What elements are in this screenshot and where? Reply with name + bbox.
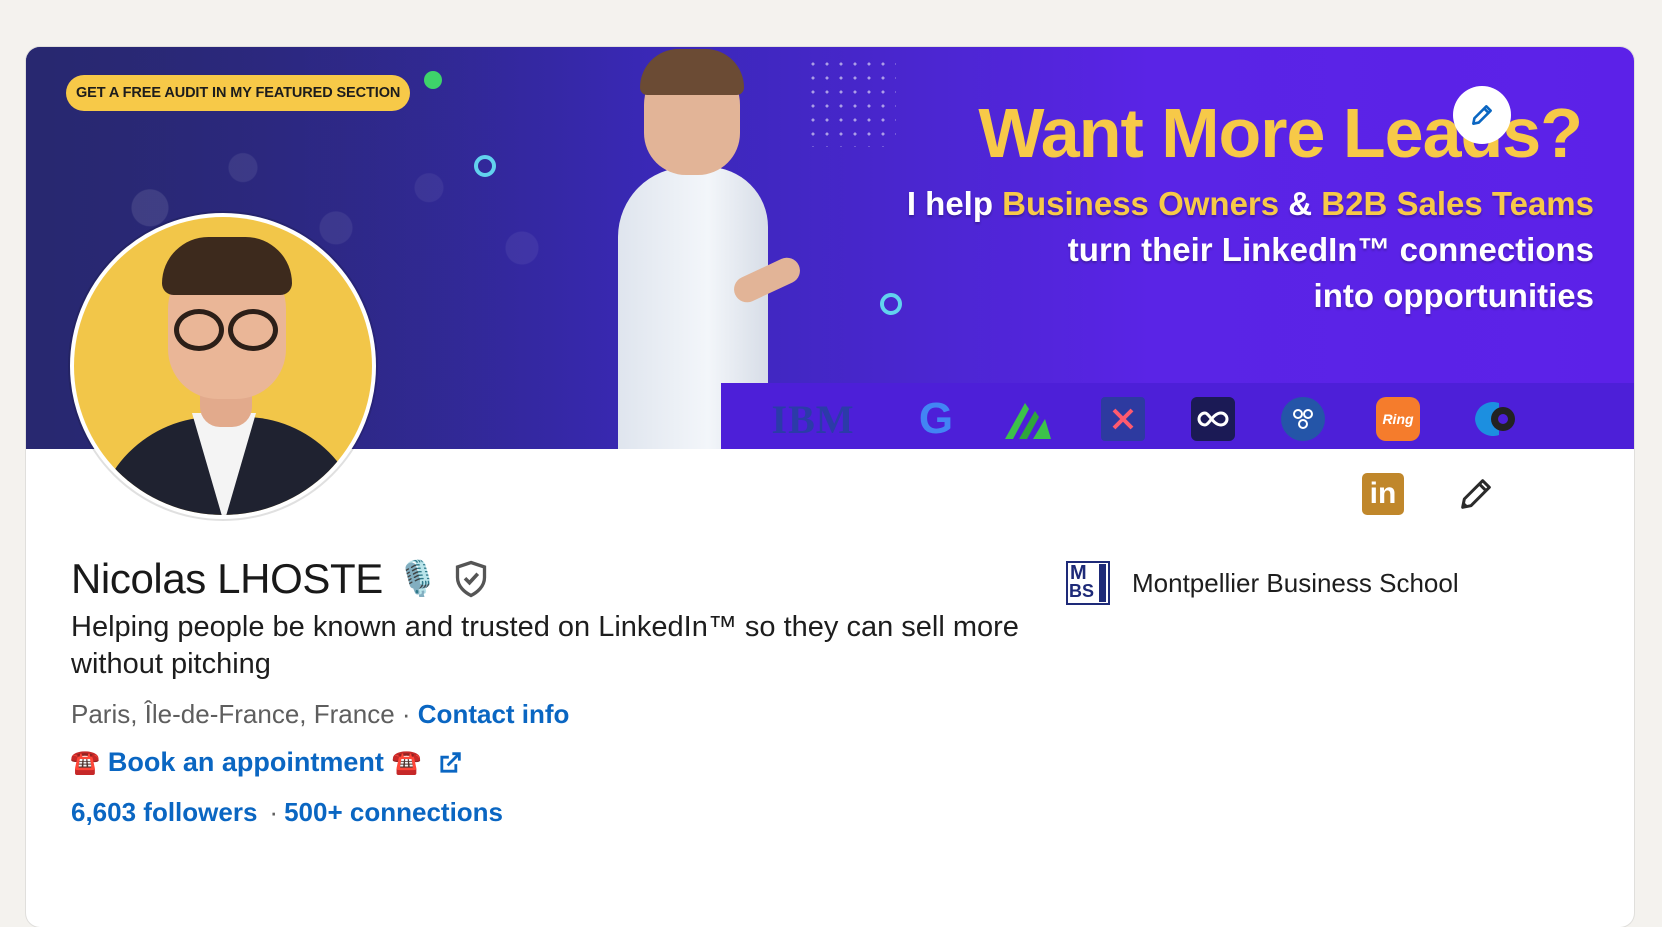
ring-logo: Ring	[1376, 397, 1420, 441]
banner-tagline-line2: turn their LinkedIn™ connections	[1067, 231, 1594, 268]
green-chart-logo	[1001, 397, 1057, 441]
education-school-item[interactable]: M BS Montpellier Business School	[1066, 561, 1459, 605]
linkedin-badge-button[interactable]: in	[1362, 473, 1404, 515]
tagline-prefix: I help	[906, 185, 1003, 222]
ibm-logo: IBM	[771, 396, 855, 442]
profile-headline: Helping people be known and trusted on L…	[71, 611, 1019, 680]
x-brand-logo	[1101, 397, 1145, 441]
edit-intro-button[interactable]	[1449, 467, 1503, 521]
tagline-business-owners: Business Owners	[1002, 185, 1280, 222]
microphone-emoji: 🎙️	[396, 560, 439, 598]
profile-name: Nicolas LHOSTE	[71, 555, 383, 602]
banner-tagline-line1: I help Business Owners & B2B Sales Teams	[907, 185, 1594, 223]
profile-card: GET A FREE AUDIT IN MY FEATURED SECTION …	[26, 47, 1634, 927]
pencil-icon	[1461, 479, 1491, 509]
telephone-emoji: ☎️	[70, 749, 100, 776]
stats-separator: ·	[269, 797, 279, 827]
location-text: Paris, Île-de-France, France	[71, 699, 395, 729]
profile-photo[interactable]	[70, 213, 376, 519]
client-logo-strip: IBM G Ring	[721, 383, 1634, 449]
tagline-ampersand: &	[1279, 185, 1322, 222]
free-audit-pill: GET A FREE AUDIT IN MY FEATURED SECTION	[66, 75, 411, 111]
external-link-icon[interactable]	[436, 749, 464, 777]
verified-shield-icon[interactable]	[453, 559, 489, 599]
pencil-icon	[1472, 105, 1492, 125]
followers-link[interactable]: 6,603 followers	[71, 797, 257, 827]
mbs-logo: M BS	[1066, 561, 1110, 605]
tagline-b2b-sales: B2B Sales Teams	[1321, 185, 1594, 222]
appointment-row: ☎️ Book an appointment ☎️	[70, 747, 464, 778]
edit-cover-button[interactable]	[1453, 86, 1511, 144]
gear-brand-logo	[1471, 397, 1521, 441]
location-row: Paris, Île-de-France, France · Contact i…	[71, 699, 569, 730]
infinity-logo	[1191, 397, 1235, 441]
google-logo: G	[918, 394, 954, 443]
banner-ring-decoration	[880, 293, 902, 315]
network-stats-row: 6,603 followers · 500+ connections	[71, 797, 503, 828]
mbs-logo-bs: BS	[1069, 581, 1095, 601]
circles-logo	[1281, 397, 1325, 441]
profile-name-row: Nicolas LHOSTE 🎙️	[71, 555, 489, 603]
banner-tagline-line3: into opportunities	[1313, 277, 1594, 314]
linkedin-icon: in	[1369, 477, 1397, 510]
green-dot-decoration	[424, 71, 442, 89]
telephone-emoji: ☎️	[391, 749, 422, 776]
book-appointment-link[interactable]: Book an appointment	[108, 747, 384, 778]
banner-ring-decoration	[474, 155, 496, 177]
contact-info-link[interactable]: Contact info	[418, 699, 570, 729]
school-name: Montpellier Business School	[1132, 567, 1459, 598]
connections-link[interactable]: 500+ connections	[284, 797, 503, 827]
banner-dot-pattern	[806, 57, 896, 147]
location-separator: ·	[394, 699, 418, 729]
